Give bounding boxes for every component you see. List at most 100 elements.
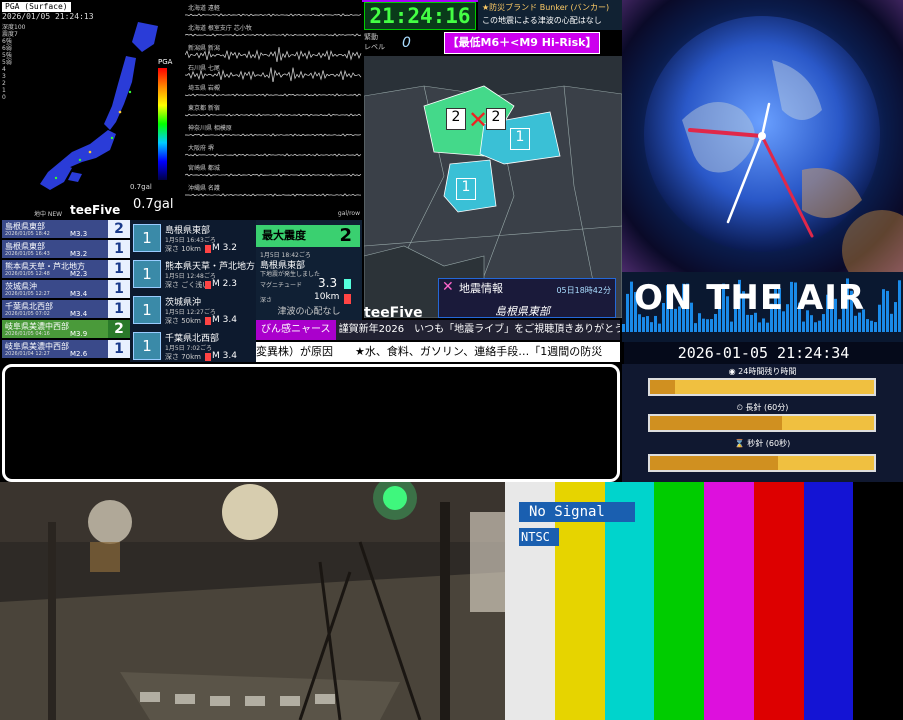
quake-date: 2026/01/05 07:02 (5, 311, 50, 317)
progress-bar-day (648, 378, 876, 396)
equalizer-bar (762, 318, 765, 332)
waveform-station: 北海道 根室支庁 芯小牧 (188, 25, 252, 32)
detail-time: 1月5日 12:27ごろ (165, 309, 216, 316)
color-bar (853, 482, 903, 720)
globe-icon: ◉ (728, 367, 739, 376)
waveform-row: 北海道 根室支庁 芯小牧 (185, 22, 362, 42)
progress-label-sec: ⌛ 秒針 (60秒) (622, 438, 903, 449)
quake-date: 2026/01/05 16:43 (5, 251, 50, 257)
equalizer-bar (758, 322, 761, 332)
equalizer-bar (866, 319, 869, 332)
equalizer-bar (802, 321, 805, 332)
tsunami-status: 津波の心配なし (277, 307, 341, 317)
quake-date: 2026/01/04 12:27 (5, 351, 50, 357)
waveform-station: 沖縄県 名護 (188, 185, 220, 192)
quake-mag: M3.9 (70, 330, 88, 338)
quake-detail-item[interactable]: 1 千葉県北西部 1月5日 7:02ごろ 深さ 70km M 3.4 (130, 328, 256, 362)
waveform-station: 神奈川県 相模原 (188, 125, 232, 132)
equalizer-bar (730, 321, 733, 332)
eq-info-datetime: 05日18時42分 (556, 286, 611, 295)
quake-detail-list: 1 島根県東部 1月5日 16:43ごろ 深さ 10km M 3.2 1 熊本県天草・芦北地… (130, 220, 256, 362)
street-camera-image (0, 482, 505, 720)
quake-list-item[interactable]: 岐阜県美濃中西部 2026/01/04 12:27 M2.6 1 (2, 340, 130, 359)
ticker-label: びん感ニャース (256, 320, 336, 340)
quake-mag: M3.2 (70, 250, 88, 258)
progress-label-day: ◉ 24時間残り時間 (622, 366, 903, 377)
quake-mag: M2.6 (70, 350, 88, 358)
equalizer-bar (838, 319, 841, 332)
equalizer-bar (650, 322, 653, 332)
equalizer-bar (854, 315, 857, 332)
detail-shindo: 1 (133, 296, 161, 324)
equalizer-bar (646, 316, 649, 332)
max-intensity-label: 最大震度 (262, 229, 306, 242)
progress-fill-min (650, 416, 783, 430)
on-the-air-title: ON THE AIR (634, 278, 866, 318)
quake-list-item[interactable]: 茨城県沖 2026/01/05 12:27 M3.4 1 (2, 280, 130, 299)
ntsc-label: NTSC (519, 528, 559, 546)
waveform-station: 宮崎県 都城 (188, 165, 220, 172)
detail-mag: M 3.2 (212, 243, 237, 253)
shindo-label-top: 緊動 (364, 33, 378, 41)
depth-value: 10km (314, 292, 340, 302)
magnitude-label: マグニチュード (260, 282, 303, 289)
map-shindo-1a: 1 (510, 128, 530, 150)
equalizer-bar (630, 281, 633, 332)
quake-list-item[interactable]: 熊本県天草・芦北地方 2026/01/05 12:48 M2.3 1 (2, 260, 130, 279)
magnitude-value: 3.3 (318, 276, 338, 290)
quake-detail-item[interactable]: 1 茨城県沖 1月5日 12:27ごろ 深さ 50km M 3.4 (130, 292, 256, 328)
progress-label-min: ⏲ 長針 (60分) (622, 402, 903, 413)
bunker-line1: ★防災ブランド Bunker (バンカー) (482, 3, 610, 12)
equalizer-bar (658, 323, 661, 332)
color-bar (704, 482, 755, 720)
map-brand: teeFive (364, 305, 423, 321)
quake-detail-item[interactable]: 1 熊本県天草・芦北地方 1月5日 12:48ごろ 深さ ごく浅い M 2.3 (130, 256, 256, 292)
quake-detail-item[interactable]: 1 島根県東部 1月5日 16:43ごろ 深さ 10km M 3.2 (130, 220, 256, 256)
equalizer-bar (898, 280, 901, 332)
pga-brand: teeFive (70, 203, 121, 217)
pga-panel: PGA (Surface) 2026/01/05 21:24:13 深度100 震… (0, 0, 185, 218)
magnitude-swatch (344, 279, 351, 289)
risk-banner: 【最低M6＋<M9 Hi-Risk】 (444, 32, 600, 54)
quake-date: 2026/01/05 12:27 (5, 291, 50, 297)
pga-current-value: 0.7gal (133, 197, 174, 212)
waveform-row: 石川県 七尾 (185, 62, 362, 82)
progress-bar-min (648, 414, 876, 432)
waveform-station: 北海道 遠軽 (188, 5, 220, 12)
hourglass-icon: ⌛ (734, 439, 748, 448)
color-bar (803, 482, 855, 720)
quake-list-item[interactable]: 岐阜県美濃中西部 2026/01/05 04:16 M3.9 2 (2, 320, 130, 339)
map-shindo-1b: 1 (456, 178, 476, 200)
quake-mag: M2.3 (70, 270, 88, 278)
clock-hands (688, 102, 814, 238)
waveform-station: 石川県 七尾 (188, 65, 220, 72)
ticker-text: 謹賀新年2026 いつも「地震ライブ」をご視聴頂きありがとうございます! (338, 324, 620, 335)
pga-footer-label: 地中 NEW (34, 211, 63, 218)
quake-shindo: 1 (108, 240, 130, 258)
waveform-row: 大阪府 堺 (185, 142, 362, 162)
waveform-station: 東京都 新宿 (188, 105, 220, 112)
quake-shindo: 2 (108, 320, 130, 338)
waveform-row: 宮崎県 都城 (185, 162, 362, 182)
equalizer-bar (626, 293, 629, 332)
detail-mag: M 3.4 (212, 351, 237, 361)
detail-swatch (205, 245, 211, 253)
equalizer-bar (694, 323, 697, 332)
equalizer-bar (654, 315, 657, 332)
quake-list-item[interactable]: 千葉県北西部 2026/01/05 07:02 M3.4 1 (2, 300, 130, 319)
progress-bar-sec (648, 454, 876, 472)
waveform-row: 新潟県 新潟 (185, 42, 362, 62)
digital-clock: 21:24:16 (364, 2, 476, 30)
detail-shindo: 1 (133, 260, 161, 288)
waveform-row: 北海道 遠軽 (185, 2, 362, 22)
equalizer-bar (710, 319, 713, 332)
progress-label-min-text: 長針 (60分) (745, 403, 789, 412)
equalizer-bar (766, 322, 769, 332)
pga-scale-label: PGA (158, 58, 173, 66)
shindo-label-bottom: レベル (364, 43, 385, 51)
quake-list-item[interactable]: 島根県東部 2026/01/05 18:42 M3.3 2 (2, 220, 130, 239)
quake-list-item[interactable]: 島根県東部 2026/01/05 16:43 M3.2 1 (2, 240, 130, 259)
quake-date: 2026/01/05 12:48 (5, 271, 50, 277)
detail-time: 1月5日 16:43ごろ (165, 237, 216, 244)
waveform-station: 新潟県 新潟 (188, 45, 220, 52)
